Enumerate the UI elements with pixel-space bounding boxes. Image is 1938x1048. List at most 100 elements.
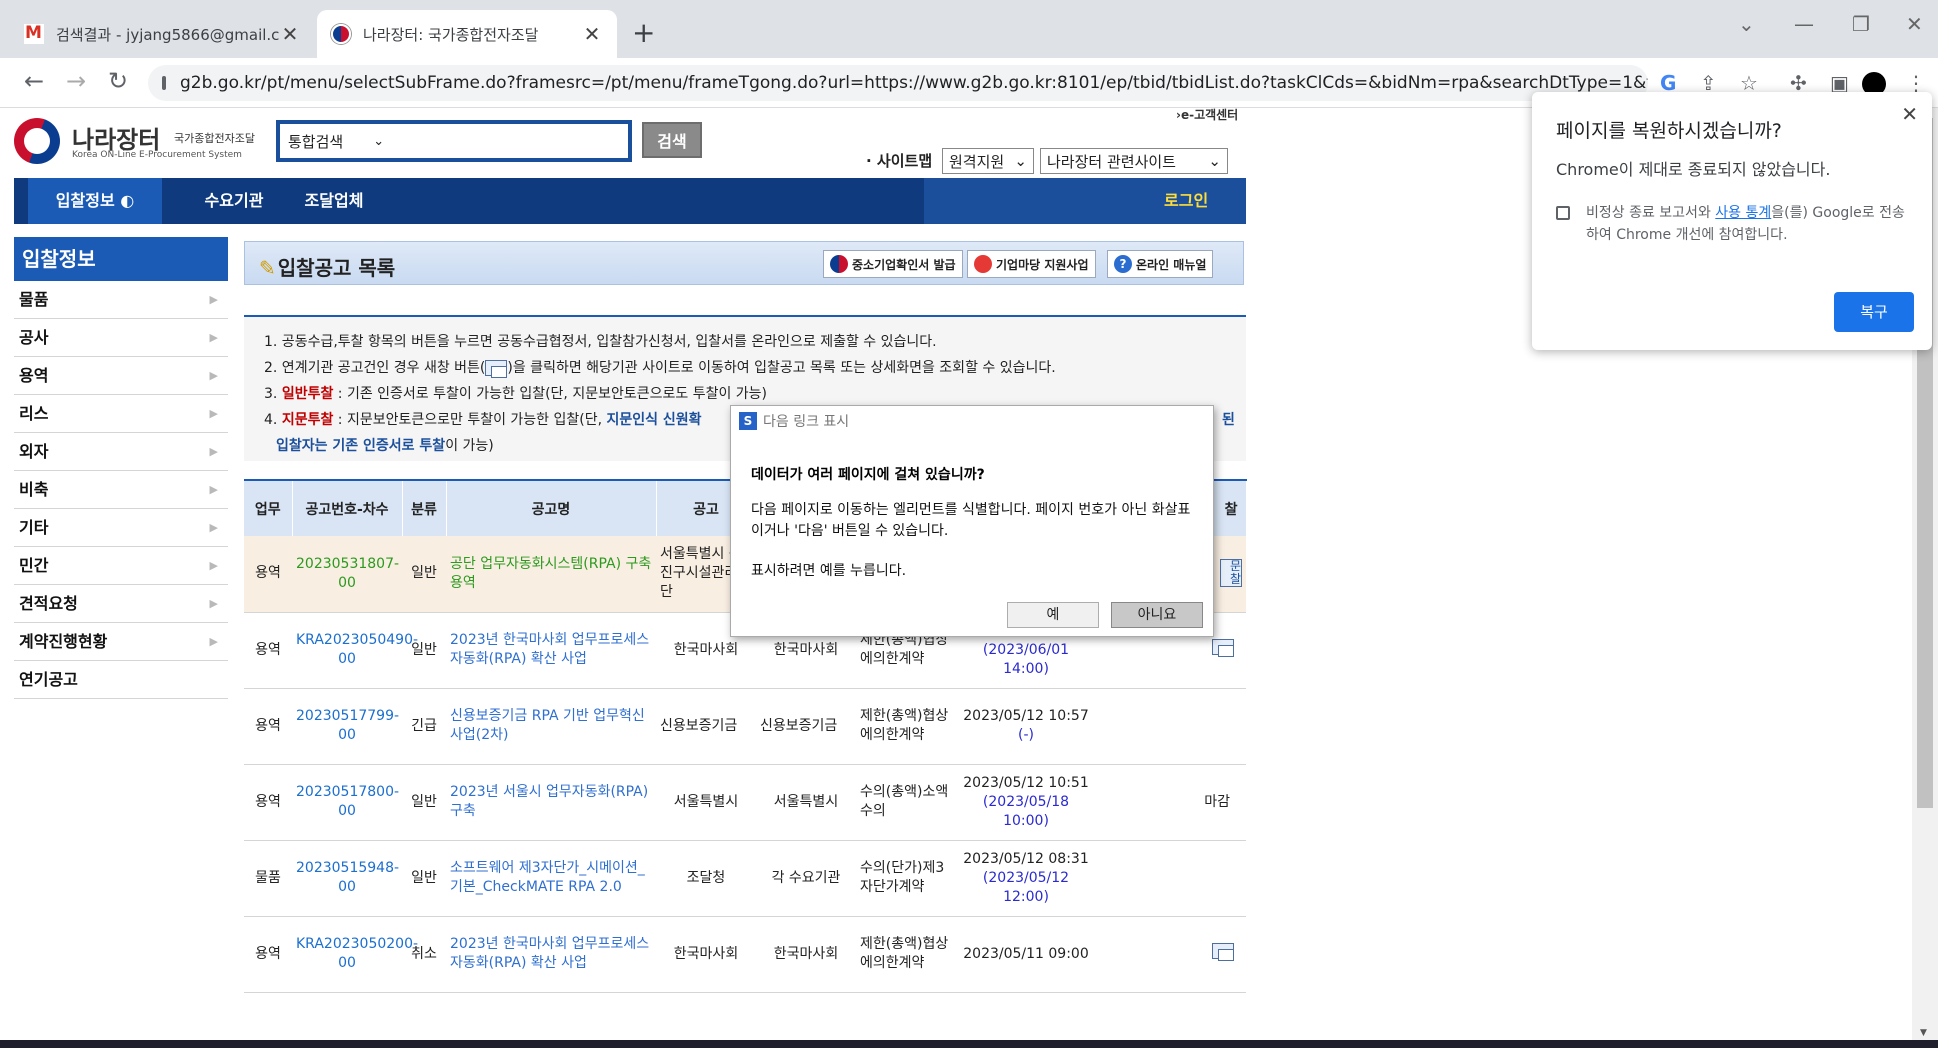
cell-bid-no[interactable]: 20230517799-00 [292,688,402,765]
chevron-right-icon: ▶ [209,293,218,306]
table-row[interactable]: 용역 20230517799-00 긴급 신용보증기금 RPA 기반 업무혁신사… [244,688,1246,765]
tab-g2b[interactable]: 나라장터: 국가종합전자조달 ✕ [317,10,617,58]
lnb-item-postponed[interactable]: 연기공고 [14,661,228,699]
cell-bid-name[interactable]: 공단 업무자동화시스템(RPA) 구축 용역 [446,536,656,613]
table-row[interactable]: 용역 KRA2023050200-00 취소 2023년 한국마사회 업무프로세… [244,916,1246,993]
no-button[interactable]: 아니요 [1111,602,1203,628]
restore-subtitle: Chrome이 제대로 종료되지 않았습니다. [1556,160,1831,179]
close-icon[interactable]: ✕ [1901,102,1918,126]
cell-bid-no[interactable]: 20230531807-00 [292,536,402,613]
cell-bid-name[interactable]: 2023년 한국마사회 업무프로세스자동화(RPA) 확산 사업 [446,916,656,993]
usage-stats-link[interactable]: 사용 통계 [1715,205,1771,221]
minimize-icon[interactable]: — [1794,12,1814,36]
restore-window-icon[interactable]: ❐ [1852,12,1870,36]
nav-label: 입찰정보 [55,191,115,210]
dialog-hint: 표시하려면 예를 누릅니다. [751,563,907,579]
cell-bid-no[interactable]: 20230517800-00 [292,764,402,841]
sitemap-link[interactable]: · 사이트맵 [866,150,932,171]
tab-gmail[interactable]: 검색결과 - jyjang5866@gmail.co ✕ [10,10,315,58]
bizinfo-support-button[interactable]: 기업마당 지원사업 [967,250,1096,278]
usage-stats-checkbox[interactable] [1556,206,1570,220]
tab-search-icon[interactable]: ⌄ [1738,12,1755,36]
table-row[interactable]: 용역 20230517800-00 일반 2023년 서울시 업무자동화(RPA… [244,764,1246,841]
new-tab-button[interactable]: + [632,16,655,49]
lnb-label: 용역 [19,366,49,385]
search-scope[interactable]: 통합검색 [288,131,343,152]
yes-button[interactable]: 예 [1007,602,1099,628]
lnb-item-construction[interactable]: 공사 ▶ [14,319,228,357]
notice-2: 2. 연계기관 공고건인 경우 새창 버튼()을 클릭하면 해당기관 사이트로 … [264,355,1246,381]
lnb-item-contract-status[interactable]: 계약진행현황 ▶ [14,623,228,661]
lnb-label: 견적요청 [19,594,78,613]
restore-button[interactable]: 복구 [1834,292,1914,332]
new-window-icon[interactable] [1212,639,1234,657]
related-sites-select[interactable]: 나라장터 관련사이트 ⌄ [1040,148,1228,174]
dialog-question: 데이터가 여러 페이지에 걸쳐 있습니까? [751,467,985,483]
cell-demand: 각 수요기관 [756,840,856,917]
scroll-down-icon[interactable]: ▼ [1920,1028,1927,1038]
cell-date: 2023/05/12 10:51 (2023/05/18 10:00) [956,764,1096,841]
g2b-logo[interactable]: 나라장터 국가종합전자조달 Korea ON-Line E-Procuremen… [14,118,264,164]
e-customer-center-link[interactable]: ›e-고객센터 [1176,106,1238,123]
back-icon[interactable]: ← [24,67,44,95]
lnb-item-service[interactable]: 용역 ▶ [14,357,228,395]
page-title: 입찰공고 목록 [259,252,395,281]
next-link-dialog: S 다음 링크 표시 데이터가 여러 페이지에 걸쳐 있습니까? 다음 페이지로… [730,405,1214,637]
nav-supplier[interactable]: 조달업체 [284,178,384,224]
lnb-item-quote[interactable]: 견적요청 ▶ [14,585,228,623]
online-manual-button[interactable]: ? 온라인 매뉴얼 [1107,250,1214,278]
address-bar[interactable]: g2b.go.kr/pt/menu/selectSubFrame.do?fram… [148,65,1648,101]
cell-work: 용역 [244,612,292,689]
app-s-icon: S [739,412,757,430]
taegeuk-icon [830,255,848,273]
lnb-item-private[interactable]: 민간 ▶ [14,547,228,585]
remote-support-select[interactable]: 원격지원 ⌄ [942,148,1034,174]
search-button[interactable]: 검색 [642,122,702,158]
deadline-value: (2023/05/12 12:00) [982,869,1070,905]
bid-submit-button[interactable]: 문찰 [1220,558,1242,587]
close-tab-icon[interactable]: ✕ [581,22,603,46]
deadline-value: (-) [1018,727,1034,743]
cell-work: 물품 [244,840,292,917]
reload-icon[interactable]: ↻ [108,67,128,95]
login-link[interactable]: 로그인 [1164,178,1208,224]
lnb-item-etc[interactable]: 기타 ▶ [14,509,228,547]
left-nav-title: 입찰정보 [14,237,228,281]
nav-bid-info[interactable]: 입찰정보 ◐ [28,178,162,224]
close-window-icon[interactable]: ✕ [1906,12,1923,36]
lnb-label: 연기공고 [19,670,78,689]
cell-bid-no[interactable]: KRA2023050490-00 [292,612,418,689]
forward-icon[interactable]: → [66,67,86,95]
close-tab-icon[interactable]: ✕ [279,22,301,46]
table-row[interactable]: 물품 20230515948-00 일반 소프트웨어 제3자단가_시메이션_기본… [244,840,1246,917]
cell-bid-name[interactable]: 2023년 서울시 업무자동화(RPA) 구축 [446,764,656,841]
cell-bid-name[interactable]: 2023년 한국마사회 업무프로세스자동화(RPA) 확산 사업 [446,612,656,689]
cell-bid-name[interactable]: 소프트웨어 제3자단가_시메이션_기본_CheckMATE RPA 2.0 [446,840,656,917]
unified-search-input[interactable]: 통합검색 ⌄ [276,120,632,162]
left-nav: 입찰정보 물품 ▶ 공사 ▶ 용역 ▶ 리스 ▶ 외자 ▶ 비축 ▶ 기타 ▶ 민간 ▶ 견적요… [14,237,228,1037]
sme-certificate-button[interactable]: 중소기업확인서 발급 [823,250,963,278]
nav-demand-agency[interactable]: 수요기관 [184,178,284,224]
dialog-body: 다음 페이지로 이동하는 엘리먼트를 식별합니다. 페이지 번호가 아닌 화살표… [751,502,1191,539]
cell-class: 일반 [402,840,446,917]
lnb-label: 계약진행현황 [19,632,108,651]
cell-class: 일반 [402,612,446,689]
list-title-bar: 입찰공고 목록 중소기업확인서 발급 기업마당 지원사업 ? 온라인 매뉴얼 [244,241,1244,285]
button-label: 기업마당 지원사업 [996,257,1089,272]
cell-bid-no[interactable]: 20230515948-00 [292,840,402,917]
cell-date: 2023/05/12 08:31 (2023/05/12 12:00) [956,840,1096,917]
lnb-item-lease[interactable]: 리스 ▶ [14,395,228,433]
lnb-item-goods[interactable]: 물품 ▶ [14,281,228,319]
lnb-item-stockpile[interactable]: 비축 ▶ [14,471,228,509]
new-window-icon[interactable] [1212,943,1234,961]
lnb-item-foreign[interactable]: 외자 ▶ [14,433,228,471]
cell-bid[interactable] [1096,916,1246,993]
usage-stats-label: 비정상 종료 보고서와 사용 통계을(를) Google로 전송하여 Chrom… [1586,202,1916,246]
lnb-label: 공사 [19,328,49,347]
cell-bid-name[interactable]: 신용보증기금 RPA 기반 업무혁신사업(2차) [446,688,656,765]
screen: 검색결과 - jyjang5866@gmail.co ✕ 나라장터: 국가종합전… [0,0,1938,1048]
chevron-right-icon: ▶ [209,521,218,534]
tab-title: 검색결과 - jyjang5866@gmail.co [56,25,279,44]
date-value: 2023/05/11 09:00 [963,945,1089,962]
cell-bid-no[interactable]: KRA2023050200-00 [292,916,418,993]
